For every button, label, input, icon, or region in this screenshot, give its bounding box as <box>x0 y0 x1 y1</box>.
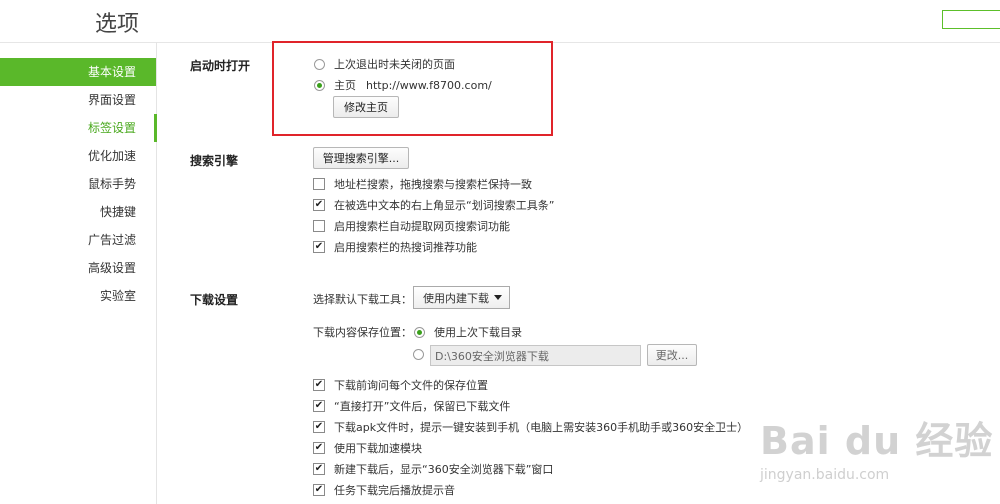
download-option-3[interactable]: ✔ 下载apk文件时，提示一键安装到手机（电脑上需安装360手机助手或360安全… <box>313 419 748 435</box>
search-box[interactable] <box>942 10 1000 29</box>
download-option-1[interactable]: ✔ 下载前询问每个文件的保存位置 <box>313 377 488 393</box>
watermark-url: jingyan.baidu.com <box>760 467 890 483</box>
checkbox-checked[interactable]: ✔ <box>313 421 325 433</box>
sidebar-item-basic[interactable]: 基本设置 <box>0 58 156 86</box>
baidu-jingyan-watermark: Bai du 经验 jingyan.baidu.com <box>760 410 993 483</box>
search-option-3[interactable]: 启用搜索栏自动提取网页搜索词功能 <box>313 218 510 234</box>
checkbox-checked[interactable]: ✔ <box>313 379 325 391</box>
search-option-2-label: 在被选中文本的右上角显示“划词搜索工具条” <box>334 199 555 212</box>
checkbox-checked[interactable]: ✔ <box>313 463 325 475</box>
checkbox-checked[interactable]: ✔ <box>313 241 325 253</box>
search-option-3-label: 启用搜索栏自动提取网页搜索词功能 <box>334 220 510 233</box>
sidebar-item-tabs[interactable]: 标签设置 <box>0 114 157 142</box>
change-path-button[interactable]: 更改... <box>647 344 697 366</box>
radio-last-directory[interactable] <box>414 326 425 338</box>
checkbox-checked[interactable]: ✔ <box>313 442 325 454</box>
sidebar-divider <box>156 42 157 504</box>
download-option-3-label: 下载apk文件时，提示一键安装到手机（电脑上需安装360手机助手或360安全卫士… <box>334 421 749 434</box>
sidebar-item-lab[interactable]: 实验室 <box>0 282 156 310</box>
sidebar-item-optimize[interactable]: 优化加速 <box>0 142 156 170</box>
search-section-label: 搜索引擎 <box>190 154 239 168</box>
checkbox-checked[interactable]: ✔ <box>313 484 325 496</box>
download-option-1-label: 下载前询问每个文件的保存位置 <box>334 379 488 392</box>
sidebar: 基本设置 界面设置 标签设置 优化加速 鼠标手势 快捷键 广告过滤 高级设置 实… <box>0 58 157 310</box>
search-option-2[interactable]: ✔ 在被选中文本的右上角显示“划词搜索工具条” <box>313 197 554 213</box>
sidebar-item-interface[interactable]: 界面设置 <box>0 86 156 114</box>
radio-custom-directory[interactable] <box>413 349 424 360</box>
checkbox-checked[interactable]: ✔ <box>313 199 325 211</box>
checkbox-unchecked[interactable] <box>313 220 325 232</box>
sidebar-item-advanced[interactable]: 高级设置 <box>0 254 156 282</box>
sidebar-item-shortcuts[interactable]: 快捷键 <box>0 198 156 226</box>
download-tool-value: 使用内建下载 <box>423 291 489 305</box>
chevron-down-icon <box>494 295 502 300</box>
download-option-6[interactable]: ✔ 任务下载完后播放提示音 <box>313 482 455 498</box>
download-tool-select[interactable]: 使用内建下载 <box>413 286 510 309</box>
search-option-1[interactable]: 地址栏搜索，拖拽搜索与搜索栏保持一致 <box>313 176 532 192</box>
checkbox-checked[interactable]: ✔ <box>313 400 325 412</box>
download-option-5-label: 新建下载后，显示“360安全浏览器下载”窗口 <box>334 463 554 476</box>
download-option-5[interactable]: ✔ 新建下载后，显示“360安全浏览器下载”窗口 <box>313 461 553 477</box>
sidebar-item-gestures[interactable]: 鼠标手势 <box>0 170 156 198</box>
download-section-label: 下载设置 <box>190 293 239 307</box>
download-location-label: 下载内容保存位置： <box>313 326 412 339</box>
highlight-annotation <box>272 41 553 136</box>
page-title: 选项 <box>95 12 140 37</box>
search-option-4-label: 启用搜索栏的热搜词推荐功能 <box>334 241 477 254</box>
download-location-last-label: 使用上次下载目录 <box>434 326 522 339</box>
download-option-4[interactable]: ✔ 使用下载加速模块 <box>313 440 422 456</box>
download-tool-label: 选择默认下载工具： <box>313 293 412 306</box>
search-option-4[interactable]: ✔ 启用搜索栏的热搜词推荐功能 <box>313 239 477 255</box>
startup-section-label: 启动时打开 <box>190 59 251 73</box>
checkbox-unchecked[interactable] <box>313 178 325 190</box>
search-option-1-label: 地址栏搜索，拖拽搜索与搜索栏保持一致 <box>334 178 532 191</box>
download-option-2[interactable]: ✔ “直接打开”文件后，保留已下载文件 <box>313 398 510 414</box>
download-option-4-label: 使用下载加速模块 <box>334 442 422 455</box>
download-option-2-label: “直接打开”文件后，保留已下载文件 <box>334 400 511 413</box>
download-option-6-label: 任务下载完后播放提示音 <box>334 484 455 497</box>
watermark-brand: Bai du 经验 <box>760 419 994 463</box>
manage-search-engines-button[interactable]: 管理搜索引擎... <box>313 147 409 169</box>
download-path-field[interactable]: D:\360安全浏览器下载 <box>430 345 641 366</box>
sidebar-item-adblock[interactable]: 广告过滤 <box>0 226 156 254</box>
download-location-row: 下载内容保存位置： 使用上次下载目录 <box>313 324 522 340</box>
